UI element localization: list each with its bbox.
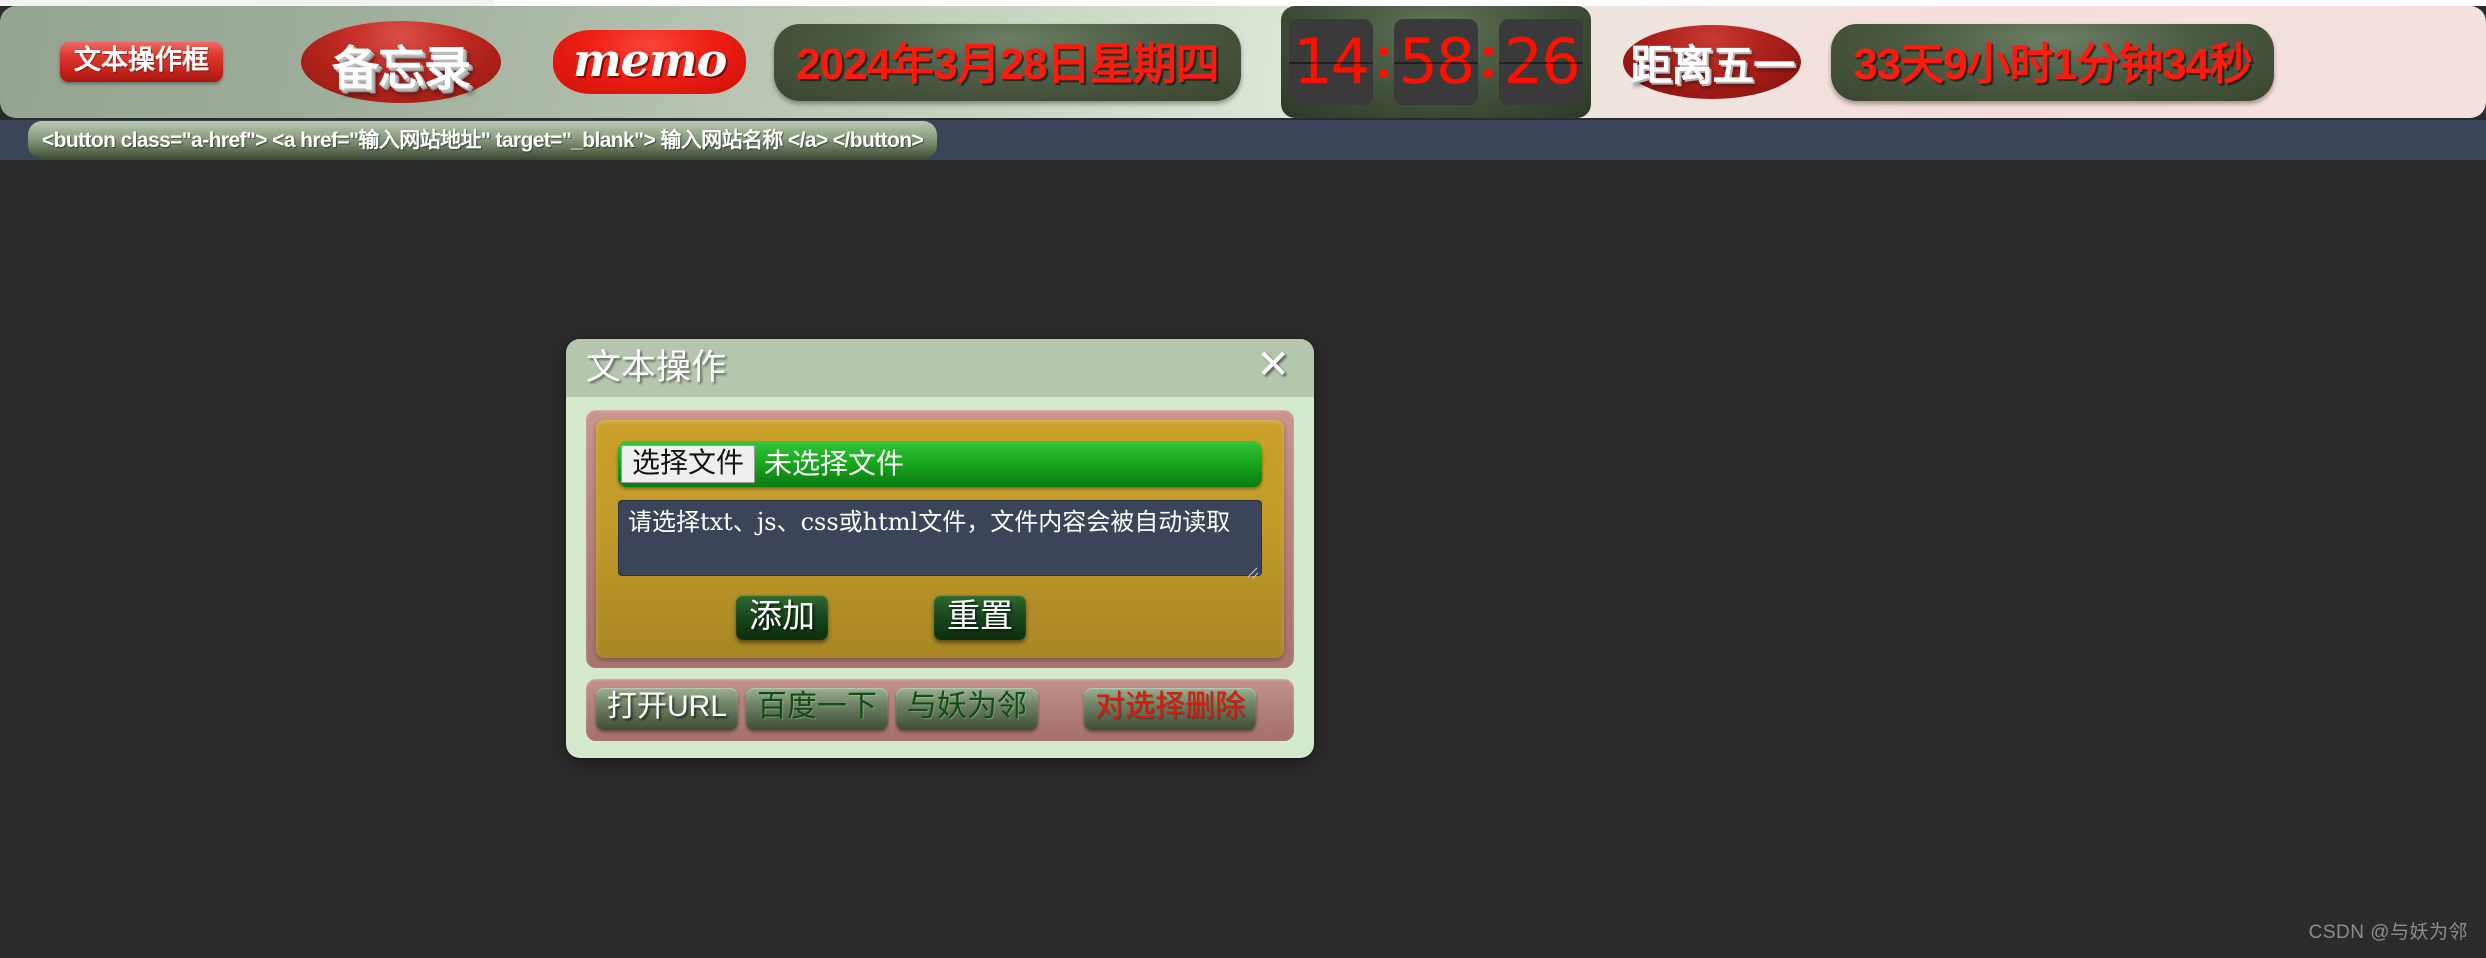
dialog-titlebar: 文本操作 ✕ <box>566 339 1314 397</box>
file-status-text: 未选择文件 <box>764 448 905 479</box>
countdown-value-label: 33天9小时1分钟34秒 <box>1853 39 2253 89</box>
clock-tile-minutes: 58 <box>1393 19 1478 105</box>
clock-colon-2: : <box>1478 25 1499 90</box>
dialog-title: 文本操作 <box>586 347 727 387</box>
add-button[interactable]: 添加 <box>736 595 828 641</box>
countdown-value-button[interactable]: 33天9小时1分钟34秒 <box>1831 23 2275 101</box>
open-url-label: 打开URL <box>607 690 728 724</box>
reset-button-label: 重置 <box>947 597 1013 634</box>
page-root: 文本操作框 备忘录 memo 2024年3月28日星期四 14 : 58 : 2… <box>0 0 2486 958</box>
yuyaoweilin-label: 与妖为邻 <box>907 690 1028 724</box>
countdown-label-button[interactable]: 距离五一 <box>1623 25 1802 99</box>
gold-inner-panel: 选择文件 未选择文件 添加 重置 <box>596 420 1284 659</box>
add-button-label: 添加 <box>749 597 815 634</box>
delete-selected-label: 对选择删除 <box>1095 690 1246 724</box>
baidu-search-label: 百度一下 <box>757 690 878 724</box>
close-icon[interactable]: ✕ <box>1252 345 1294 391</box>
dialog-footer: 打开URL 百度一下 与妖为邻 对选择删除 <box>586 679 1294 741</box>
memo-en-button[interactable]: memo <box>553 30 747 94</box>
countdown-label: 距离五一 <box>1630 41 1795 89</box>
file-input-row[interactable]: 选择文件 未选择文件 <box>618 441 1262 487</box>
date-display-button[interactable]: 2024年3月28日星期四 <box>774 23 1241 101</box>
code-snippet-text: <button class="a-href"> <a href="输入网站地址"… <box>42 129 924 152</box>
clock-minutes: 58 <box>1398 25 1475 98</box>
dialog-body: 选择文件 未选择文件 添加 重置 <box>566 397 1314 758</box>
memo-en-label: memo <box>573 33 727 87</box>
text-operation-dialog: 文本操作 ✕ 选择文件 未选择文件 请选择txt、js、css或html文件，文… <box>566 339 1314 758</box>
flip-clock: 14 : 58 : 26 <box>1280 6 1592 118</box>
choose-file-button[interactable]: 选择文件 <box>621 444 756 484</box>
watermark: CSDN @与妖为邻 <box>2308 922 2468 943</box>
date-display-label: 2024年3月28日星期四 <box>796 39 1219 89</box>
text-operation-box-button[interactable]: 文本操作框 <box>60 42 223 82</box>
rose-outer-panel: 选择文件 未选择文件 添加 重置 <box>586 410 1294 669</box>
reset-button[interactable]: 重置 <box>934 595 1026 641</box>
header-toolbar: 文本操作框 备忘录 memo 2024年3月28日星期四 14 : 58 : 2… <box>0 6 2486 118</box>
content-textarea[interactable] <box>618 500 1262 576</box>
clock-colon-1: : <box>1373 25 1393 90</box>
baidu-search-button[interactable]: 百度一下 <box>746 688 889 730</box>
clock-seconds: 26 <box>1503 25 1581 98</box>
yuyaoweilin-button[interactable]: 与妖为邻 <box>896 688 1039 730</box>
gold-action-row: 添加 重置 <box>618 595 1262 641</box>
code-snippet-button[interactable]: <button class="a-href"> <a href="输入网站地址"… <box>28 121 938 159</box>
clock-hours: 14 <box>1293 25 1370 98</box>
textarea-wrapper <box>618 500 1262 581</box>
memo-cn-button[interactable]: 备忘录 <box>301 21 501 103</box>
clock-tile-hours: 14 <box>1288 19 1373 105</box>
open-url-button[interactable]: 打开URL <box>596 688 739 730</box>
code-snippet-bar: <button class="a-href"> <a href="输入网站地址"… <box>0 120 2486 160</box>
memo-cn-label: 备忘录 <box>332 41 471 95</box>
clock-tile-seconds: 26 <box>1499 19 1584 105</box>
delete-selected-button[interactable]: 对选择删除 <box>1084 688 1257 730</box>
